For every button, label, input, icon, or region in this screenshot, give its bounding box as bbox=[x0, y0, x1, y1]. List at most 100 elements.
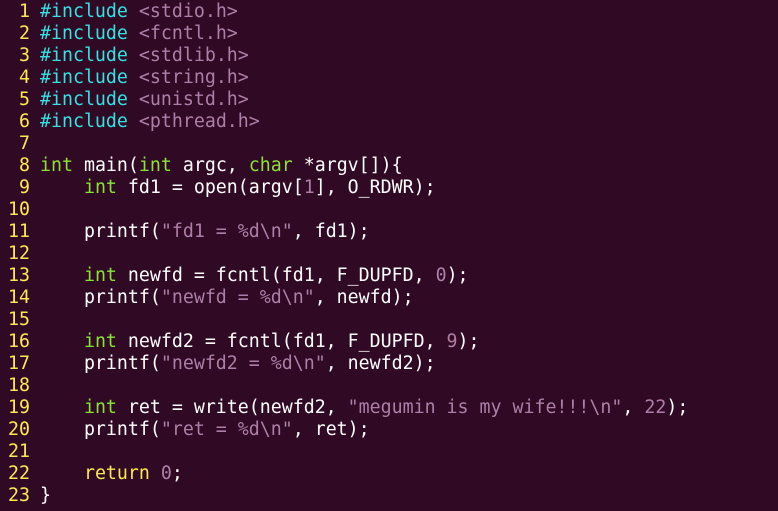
code-text[interactable]: int main(int argc, char *argv[]){ bbox=[40, 155, 403, 176]
code-line[interactable]: 2 #include <fcntl.h> bbox=[0, 23, 778, 45]
code-text[interactable]: } bbox=[40, 485, 51, 506]
code-line[interactable]: 1 #include <stdio.h> bbox=[0, 1, 778, 23]
line-number: 13 bbox=[8, 265, 30, 286]
code-line[interactable]: 20 printf("ret = %d\n", ret); bbox=[0, 419, 778, 441]
line-number: 22 bbox=[8, 463, 30, 484]
code-line[interactable]: 6 #include <pthread.h> bbox=[0, 111, 778, 133]
code-line[interactable]: 11 printf("fd1 = %d\n", fd1); bbox=[0, 221, 778, 243]
code-line[interactable]: 17 printf("newfd2 = %d\n", newfd2); bbox=[0, 353, 778, 375]
token-type: int bbox=[40, 155, 73, 176]
line-number: 21 bbox=[8, 441, 30, 462]
code-text[interactable]: #include <pthread.h> bbox=[40, 111, 260, 132]
token-plain: main( bbox=[72, 155, 139, 176]
code-line[interactable]: 21 bbox=[0, 441, 778, 463]
token-plain: *argv[]){ bbox=[292, 155, 403, 176]
token-keyword: return bbox=[83, 463, 150, 484]
code-line[interactable]: 22 return 0; bbox=[0, 463, 778, 485]
token-number: 0 bbox=[160, 463, 172, 484]
token-plain: ], O_RDWR); bbox=[314, 177, 436, 198]
code-line[interactable]: 16 int newfd2 = fcntl(fd1, F_DUPFD, 9); bbox=[0, 331, 778, 353]
line-number: 9 bbox=[19, 177, 30, 198]
line-number: 16 bbox=[8, 331, 30, 352]
code-text[interactable]: printf("ret = %d\n", ret); bbox=[40, 419, 370, 440]
token-string: "newfd = %d\n" bbox=[160, 287, 315, 308]
code-line[interactable]: 18 bbox=[0, 375, 778, 397]
code-text[interactable]: #include <unistd.h> bbox=[40, 89, 249, 110]
token-header: <string.h> bbox=[138, 67, 249, 88]
code-line[interactable]: 5 #include <unistd.h> bbox=[0, 89, 778, 111]
token-plain: ret = write(newfd2, bbox=[116, 397, 348, 418]
line-number: 23 bbox=[8, 485, 30, 506]
code-text[interactable]: int newfd2 = fcntl(fd1, F_DUPFD, 9); bbox=[40, 331, 480, 352]
line-number: 17 bbox=[8, 353, 30, 374]
code-text[interactable]: return 0; bbox=[40, 463, 183, 484]
line-number: 6 bbox=[19, 111, 30, 132]
token-plain: } bbox=[40, 485, 51, 506]
line-number: 15 bbox=[8, 309, 30, 330]
token-preproc: #include bbox=[40, 45, 128, 66]
code-text[interactable]: #include <fcntl.h> bbox=[40, 23, 238, 44]
code-text[interactable]: #include <stdio.h> bbox=[40, 1, 238, 22]
line-number: 4 bbox=[19, 67, 30, 88]
token-type: int bbox=[83, 397, 117, 418]
code-line[interactable]: 9 int fd1 = open(argv[1], O_RDWR); bbox=[0, 177, 778, 199]
token-plain: , newfd2); bbox=[325, 353, 436, 374]
token-plain: printf( bbox=[40, 353, 161, 374]
code-line[interactable]: 8 int main(int argc, char *argv[]){ bbox=[0, 155, 778, 177]
token-type: int bbox=[83, 177, 117, 198]
code-text[interactable]: printf("newfd2 = %d\n", newfd2); bbox=[40, 353, 436, 374]
token-type: char bbox=[248, 155, 293, 176]
code-text[interactable]: #include <string.h> bbox=[40, 67, 249, 88]
code-line[interactable]: 4 #include <string.h> bbox=[0, 67, 778, 89]
token-number: 22 bbox=[644, 397, 667, 418]
code-text[interactable]: #include <stdlib.h> bbox=[40, 45, 249, 66]
token-plain: printf( bbox=[40, 221, 161, 242]
token-type: int bbox=[83, 331, 117, 352]
token-number: 9 bbox=[446, 331, 458, 352]
code-line[interactable]: 3 #include <stdlib.h> bbox=[0, 45, 778, 67]
code-text[interactable]: int ret = write(newfd2, "megumin is my w… bbox=[40, 397, 688, 418]
code-text[interactable]: printf("newfd = %d\n", newfd); bbox=[40, 287, 414, 308]
token-plain: newfd2 = fcntl(fd1, F_DUPFD, bbox=[116, 331, 447, 352]
token-plain: ; bbox=[171, 463, 183, 484]
code-line[interactable]: 10 bbox=[0, 199, 778, 221]
token-preproc: #include bbox=[40, 1, 128, 22]
token-plain: printf( bbox=[40, 419, 161, 440]
token-header: <pthread.h> bbox=[138, 111, 260, 132]
code-line[interactable]: 13 int newfd = fcntl(fd1, F_DUPFD, 0); bbox=[0, 265, 778, 287]
code-line[interactable]: 15 bbox=[0, 309, 778, 331]
token-type: int bbox=[83, 265, 117, 286]
line-number: 14 bbox=[8, 287, 30, 308]
line-number: 11 bbox=[8, 221, 30, 242]
code-line[interactable]: 12 bbox=[0, 243, 778, 265]
code-line[interactable]: 14 printf("newfd = %d\n", newfd); bbox=[0, 287, 778, 309]
token-header: <fcntl.h> bbox=[138, 23, 238, 44]
token-preproc: #include bbox=[40, 111, 128, 132]
code-text[interactable]: printf("fd1 = %d\n", fd1); bbox=[40, 221, 370, 242]
code-line[interactable]: 19 int ret = write(newfd2, "megumin is m… bbox=[0, 397, 778, 419]
code-text[interactable]: int newfd = fcntl(fd1, F_DUPFD, 0); bbox=[40, 265, 469, 286]
token-plain: printf( bbox=[40, 287, 161, 308]
code-editor[interactable]: 1 #include <stdio.h> 2 #include <fcntl.h> 3 #… bbox=[0, 0, 778, 511]
line-number: 19 bbox=[8, 397, 30, 418]
token-plain: newfd = fcntl(fd1, F_DUPFD, bbox=[116, 265, 436, 286]
line-number: 20 bbox=[8, 419, 30, 440]
code-text[interactable]: int fd1 = open(argv[1], O_RDWR); bbox=[40, 177, 436, 198]
line-number: 10 bbox=[8, 199, 30, 220]
token-plain: , ret); bbox=[292, 419, 370, 440]
token-header: <unistd.h> bbox=[138, 89, 249, 110]
code-line[interactable]: 23} bbox=[0, 485, 778, 507]
token-plain: ); bbox=[457, 331, 480, 352]
token-string: "fd1 = %d\n" bbox=[160, 221, 293, 242]
line-number: 5 bbox=[19, 89, 30, 110]
code-line[interactable]: 7 bbox=[0, 133, 778, 155]
token-number: 1 bbox=[303, 177, 315, 198]
